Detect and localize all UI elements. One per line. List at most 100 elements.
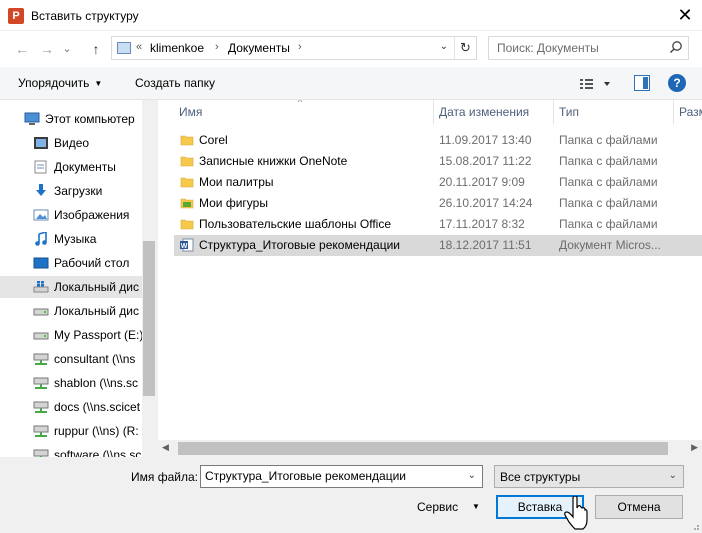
- organize-button[interactable]: Упорядочить ▼: [18, 76, 102, 90]
- file-date: 17.11.2017 8:32: [439, 217, 525, 231]
- file-list-horizontal-scrollbar[interactable]: ◀ ▶: [158, 440, 702, 457]
- cancel-button[interactable]: Отмена: [595, 495, 683, 519]
- refresh-button[interactable]: ↻: [454, 37, 476, 59]
- chevron-down-icon[interactable]: ⌄: [669, 470, 677, 481]
- chevron-down-icon[interactable]: ⌄: [468, 470, 476, 481]
- breadcrumb-overflow[interactable]: «: [136, 41, 142, 53]
- preview-pane-button[interactable]: [634, 75, 650, 91]
- sidebar-item[interactable]: Музыка: [0, 228, 142, 250]
- column-name[interactable]: Имя: [179, 105, 202, 119]
- sidebar-item-label: Музыка: [54, 232, 97, 246]
- column-divider[interactable]: [433, 100, 434, 124]
- sidebar-item-label: Изображения: [54, 208, 130, 222]
- help-button[interactable]: ?: [668, 74, 686, 92]
- sidebar-item[interactable]: docs (\\ns.scicet: [0, 396, 142, 418]
- music-icon: [33, 230, 49, 246]
- sidebar-item[interactable]: Загрузки: [0, 180, 142, 202]
- column-date-modified[interactable]: Дата изменения: [439, 105, 529, 119]
- sidebar-item[interactable]: Изображения: [0, 204, 142, 226]
- column-size[interactable]: Разм: [679, 105, 702, 119]
- file-row[interactable]: Мои палитры 20.11.2017 9:09 Папка с файлам…: [174, 172, 702, 193]
- file-date: 11.09.2017 13:40: [439, 133, 532, 147]
- search-icon[interactable]: [669, 40, 683, 54]
- recent-locations-button[interactable]: ⌄: [60, 39, 74, 59]
- file-type-select[interactable]: Все структуры ⌄: [494, 465, 684, 488]
- breadcrumb-documents[interactable]: Документы: [228, 41, 290, 55]
- window-title: Вставить структуру: [31, 9, 139, 23]
- sidebar-item-label: Рабочий стол: [54, 256, 130, 270]
- address-bar[interactable]: « klimenkoe › Документы › ⌄ ↻: [111, 36, 477, 60]
- file-name: Мои фигуры: [199, 196, 268, 210]
- sidebar-item[interactable]: Локальный дис: [0, 300, 142, 322]
- breadcrumb-klimenkoe[interactable]: klimenkoe: [150, 41, 204, 55]
- caret-down-icon[interactable]: ▼: [472, 502, 480, 511]
- forward-button[interactable]: →: [37, 39, 57, 59]
- file-type: Документ Micros...: [559, 238, 661, 252]
- sidebar-item-label: Этот компьютер: [45, 112, 135, 126]
- file-type: Папка с файлами: [559, 133, 658, 147]
- new-folder-button[interactable]: Создать папку: [135, 76, 215, 90]
- sidebar-item[interactable]: My Passport (E:): [0, 324, 142, 346]
- resize-grip-icon[interactable]: [690, 521, 700, 531]
- folder-icon: [180, 154, 194, 168]
- folder-icon: [180, 133, 194, 147]
- sidebar-item[interactable]: Видео: [0, 132, 142, 154]
- breadcrumb-separator[interactable]: ›: [298, 41, 302, 53]
- command-bar: Упорядочить ▼ Создать папку ?: [0, 67, 702, 100]
- close-button[interactable]: ✕: [668, 0, 702, 30]
- network-drive-icon: [33, 400, 49, 414]
- column-divider[interactable]: [673, 100, 674, 124]
- file-row[interactable]: Пользовательские шаблоны Office 17.11.201…: [174, 214, 702, 235]
- scroll-right-icon[interactable]: ▶: [691, 442, 698, 453]
- sidebar-item[interactable]: Документы: [0, 156, 142, 178]
- file-name: Мои палитры: [199, 175, 274, 189]
- dialog-footer: Имя файла: ⌄ Все структуры ⌄ Сервис ▼ Вс…: [0, 457, 702, 533]
- back-button[interactable]: ←: [12, 39, 32, 59]
- scrollbar-thumb[interactable]: [143, 241, 155, 396]
- downloads-icon: [33, 184, 49, 198]
- change-view-button[interactable]: [578, 75, 616, 93]
- svg-text:W: W: [181, 243, 188, 250]
- sidebar-item-label: consultant (\\ns: [54, 352, 136, 366]
- breadcrumb-separator[interactable]: ›: [215, 41, 219, 53]
- sidebar-item-label: Загрузки: [54, 184, 103, 198]
- sidebar-item[interactable]: shablon (\\ns.sc: [0, 372, 142, 394]
- scroll-left-icon[interactable]: ◀: [162, 442, 169, 453]
- search-box[interactable]: Поиск: Документы: [488, 36, 689, 60]
- file-list: Имя ^ Дата изменения Тип Разм Corel 11.09…: [158, 100, 702, 460]
- navigation-pane: Этот компьютер Видео Документы Загрузки Изоб…: [0, 100, 156, 460]
- sidebar-item-label: shablon (\\ns.sc: [54, 376, 139, 390]
- sidebar-item[interactable]: ruppur (\\ns) (R:: [0, 420, 142, 442]
- powerpoint-icon: P: [8, 8, 24, 24]
- sidebar-item[interactable]: consultant (\\ns: [0, 348, 142, 370]
- filename-input[interactable]: [205, 469, 455, 483]
- address-dropdown-icon[interactable]: ⌄: [440, 41, 448, 52]
- caret-down-icon: ▼: [94, 79, 103, 88]
- sidebar-item[interactable]: Локальный дис: [0, 276, 142, 298]
- location-icon: [117, 42, 131, 54]
- filename-combobox[interactable]: ⌄: [200, 465, 483, 488]
- file-name: Записные книжки OneNote: [199, 154, 348, 168]
- file-row[interactable]: W Структура_Итоговые рекомендации 18.12.20…: [174, 235, 702, 256]
- sidebar-item-label: Документы: [54, 160, 116, 174]
- file-row[interactable]: Записные книжки OneNote 15.08.2017 11:22 П…: [174, 151, 702, 172]
- file-row[interactable]: Мои фигуры 26.10.2017 14:24 Папка с файлам…: [174, 193, 702, 214]
- file-name: Corel: [199, 133, 228, 147]
- navigation-pane-scrollbar[interactable]: [142, 100, 156, 460]
- organize-label: Упорядочить: [18, 76, 90, 90]
- search-placeholder: Поиск: Документы: [497, 41, 599, 55]
- file-type: Папка с файлами: [559, 217, 658, 231]
- file-row[interactable]: Corel 11.09.2017 13:40 Папка с файлами: [174, 130, 702, 151]
- sidebar-item[interactable]: Рабочий стол: [0, 252, 142, 274]
- sidebar-item-label: Локальный дис: [54, 304, 139, 318]
- sidebar-item[interactable]: Этот компьютер: [0, 108, 142, 130]
- folder-icon: [180, 175, 194, 189]
- folder-icon: [180, 217, 194, 231]
- column-type[interactable]: Тип: [559, 105, 579, 119]
- scrollbar-thumb[interactable]: [178, 442, 668, 455]
- file-date: 26.10.2017 14:24: [439, 196, 533, 210]
- up-button[interactable]: ↑: [86, 39, 106, 59]
- column-divider[interactable]: [553, 100, 554, 124]
- tools-button[interactable]: Сервис: [417, 500, 458, 514]
- sort-ascending-icon: ^: [298, 100, 303, 107]
